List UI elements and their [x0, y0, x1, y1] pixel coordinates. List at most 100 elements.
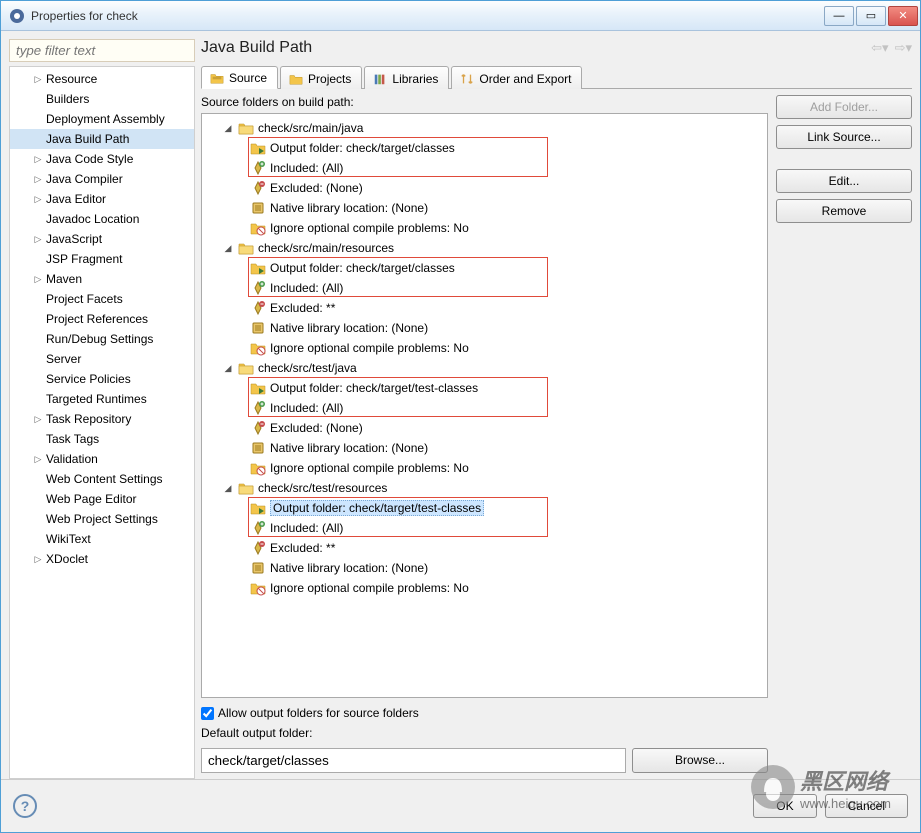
sidebar-item[interactable]: ▷Web Content Settings: [10, 469, 194, 489]
sidebar-item[interactable]: ▷Web Page Editor: [10, 489, 194, 509]
default-output-input[interactable]: [201, 748, 626, 773]
source-folder-property[interactable]: Excluded: (None): [202, 418, 767, 438]
source-folder[interactable]: ◢check/src/test/java: [202, 358, 767, 378]
sidebar-item[interactable]: ▷JSP Fragment: [10, 249, 194, 269]
folder-path: check/src/main/resources: [258, 241, 394, 255]
remove-button[interactable]: Remove: [776, 199, 912, 223]
source-folder-property[interactable]: Output folder: check/target/test-classes: [202, 498, 767, 518]
sidebar-item-label: Resource: [46, 72, 97, 86]
tab[interactable]: Libraries: [364, 66, 449, 89]
sidebar-item[interactable]: ▷Run/Debug Settings: [10, 329, 194, 349]
sidebar-item[interactable]: ▷Java Build Path: [10, 129, 194, 149]
sidebar-item-label: Project References: [46, 312, 148, 326]
source-folder-property[interactable]: Native library location: (None): [202, 558, 767, 578]
source-folder-property[interactable]: Ignore optional compile problems: No: [202, 458, 767, 478]
sidebar-item[interactable]: ▷JavaScript: [10, 229, 194, 249]
maximize-button[interactable]: ▭: [856, 6, 886, 26]
sidebar-item[interactable]: ▷WikiText: [10, 529, 194, 549]
source-folder-property[interactable]: Excluded: (None): [202, 178, 767, 198]
sidebar-item-label: Maven: [46, 272, 82, 286]
source-folder-property[interactable]: Native library location: (None): [202, 198, 767, 218]
category-tree[interactable]: ▷Resource▷Builders▷Deployment Assembly▷J…: [9, 66, 195, 779]
source-folder-property[interactable]: Native library location: (None): [202, 318, 767, 338]
add-folder-button[interactable]: Add Folder...: [776, 95, 912, 119]
property-label: Included: (All): [270, 161, 343, 175]
link-source-button[interactable]: Link Source...: [776, 125, 912, 149]
source-folder-property[interactable]: Included: (All): [202, 398, 767, 418]
minimize-button[interactable]: —: [824, 6, 854, 26]
sidebar-item[interactable]: ▷Project Facets: [10, 289, 194, 309]
source-folder-property[interactable]: Included: (All): [202, 278, 767, 298]
tab-label: Source: [229, 71, 267, 85]
property-label: Ignore optional compile problems: No: [270, 341, 469, 355]
property-label: Excluded: **: [270, 301, 335, 315]
sidebar-item[interactable]: ▷Java Compiler: [10, 169, 194, 189]
sidebar-item[interactable]: ▷Service Policies: [10, 369, 194, 389]
sidebar-item-label: JSP Fragment: [46, 252, 122, 266]
source-folder-property[interactable]: Included: (All): [202, 158, 767, 178]
source-folder-property[interactable]: Ignore optional compile problems: No: [202, 218, 767, 238]
sidebar-item[interactable]: ▷Task Repository: [10, 409, 194, 429]
sidebar-item[interactable]: ▷Deployment Assembly: [10, 109, 194, 129]
tab[interactable]: Projects: [280, 66, 362, 89]
sidebar-item-label: Java Compiler: [46, 172, 123, 186]
filter-input[interactable]: [9, 39, 195, 62]
source-folder-property[interactable]: Output folder: check/target/test-classes: [202, 378, 767, 398]
sidebar-item[interactable]: ▷Web Project Settings: [10, 509, 194, 529]
sidebar-item-label: Project Facets: [46, 292, 123, 306]
property-label: Ignore optional compile problems: No: [270, 581, 469, 595]
sidebar-item-label: Web Project Settings: [46, 512, 158, 526]
window-title: Properties for check: [31, 9, 824, 23]
ok-button[interactable]: OK: [753, 794, 816, 818]
sidebar-item-label: Java Code Style: [46, 152, 133, 166]
collapse-icon: ◢: [222, 243, 234, 254]
sidebar-item[interactable]: ▷Project References: [10, 309, 194, 329]
property-label: Included: (All): [270, 281, 343, 295]
source-folder-property[interactable]: Output folder: check/target/classes: [202, 258, 767, 278]
sidebar-item[interactable]: ▷Targeted Runtimes: [10, 389, 194, 409]
edit-button[interactable]: Edit...: [776, 169, 912, 193]
sidebar-item[interactable]: ▷XDoclet: [10, 549, 194, 569]
source-folder[interactable]: ◢check/src/test/resources: [202, 478, 767, 498]
sidebar-item[interactable]: ▷Server: [10, 349, 194, 369]
source-folder-property[interactable]: Included: (All): [202, 518, 767, 538]
help-icon[interactable]: ?: [13, 794, 37, 818]
source-folder-property[interactable]: Ignore optional compile problems: No: [202, 338, 767, 358]
expand-icon: ▷: [32, 154, 44, 165]
tab[interactable]: Order and Export: [451, 66, 582, 89]
sidebar-item[interactable]: ▷Builders: [10, 89, 194, 109]
sidebar-item-label: Java Build Path: [46, 132, 129, 146]
sidebar-item[interactable]: ▷Maven: [10, 269, 194, 289]
expand-icon: ▷: [32, 454, 44, 465]
browse-button[interactable]: Browse...: [632, 748, 768, 773]
forward-icon[interactable]: ⇨▾: [895, 40, 912, 56]
source-folder-property[interactable]: Native library location: (None): [202, 438, 767, 458]
sidebar-item[interactable]: ▷Javadoc Location: [10, 209, 194, 229]
source-folder-property[interactable]: Excluded: **: [202, 298, 767, 318]
sidebar-item-label: Deployment Assembly: [46, 112, 165, 126]
sidebar-item[interactable]: ▷Task Tags: [10, 429, 194, 449]
folder-path: check/src/test/resources: [258, 481, 387, 495]
source-folder[interactable]: ◢check/src/main/java: [202, 118, 767, 138]
tab-label: Libraries: [392, 72, 438, 86]
source-folder[interactable]: ◢ check/src/main/resources: [202, 238, 767, 258]
source-label: Source folders on build path:: [201, 95, 768, 109]
back-icon[interactable]: ⇦▾: [871, 40, 888, 56]
property-label: Output folder: check/target/classes: [270, 261, 455, 275]
sidebar-item[interactable]: ▷Validation: [10, 449, 194, 469]
tab-label: Projects: [308, 72, 351, 86]
sidebar-item[interactable]: ▷Java Code Style: [10, 149, 194, 169]
source-folder-property[interactable]: Ignore optional compile problems: No: [202, 578, 767, 598]
tab[interactable]: Source: [201, 66, 278, 89]
close-button[interactable]: ✕: [888, 6, 918, 26]
sidebar-item[interactable]: ▷Java Editor: [10, 189, 194, 209]
sidebar-item[interactable]: ▷Resource: [10, 69, 194, 89]
source-tree[interactable]: ◢check/src/main/javaOutput folder: check…: [201, 113, 768, 698]
default-output-label: Default output folder:: [201, 726, 768, 740]
sidebar-item-label: Builders: [46, 92, 89, 106]
sidebar-item-label: WikiText: [46, 532, 91, 546]
cancel-button[interactable]: Cancel: [825, 794, 908, 818]
source-folder-property[interactable]: Output folder: check/target/classes: [202, 138, 767, 158]
allow-output-checkbox[interactable]: [201, 707, 214, 720]
source-folder-property[interactable]: Excluded: **: [202, 538, 767, 558]
